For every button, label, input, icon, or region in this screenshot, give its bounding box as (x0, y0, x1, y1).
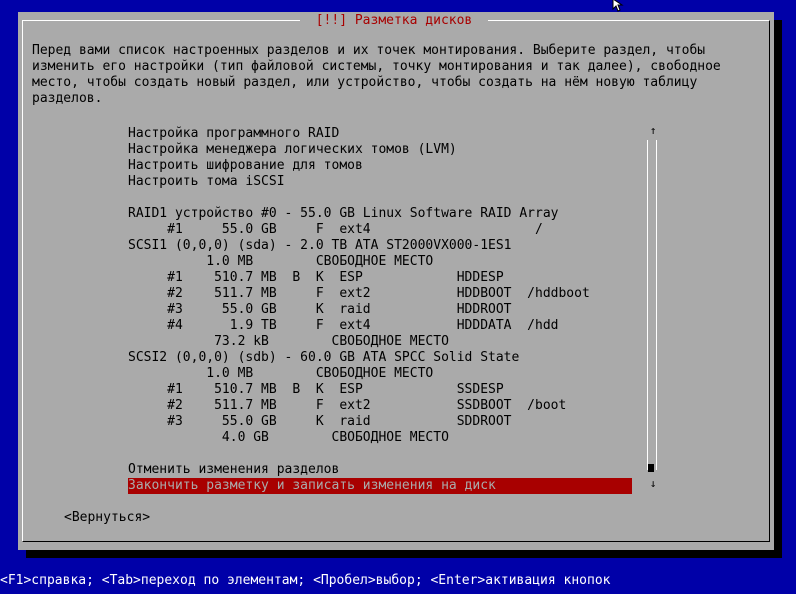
list-item[interactable]: Закончить разметку и записать изменения … (128, 478, 632, 494)
list-item[interactable]: Отменить изменения разделов (128, 462, 632, 478)
dialog-intro-text: Перед вами список настроенных разделов и… (32, 43, 721, 106)
list-item[interactable]: Настроить шифрование для томов (128, 158, 632, 174)
partition-list[interactable]: Настройка программного RAID Настройка мен… (128, 125, 648, 494)
dialog-shadow-bottom (26, 550, 782, 558)
status-bar: <F1>справка; <Tab>переход по элементам; … (0, 572, 796, 590)
list-item[interactable]: 1.0 MB СВОБОДНОЕ МЕСТО (128, 366, 632, 382)
scroll-up-icon[interactable]: ↑ (648, 125, 658, 136)
list-item[interactable]: #3 55.0 GB K raid HDDROOT (128, 302, 632, 318)
list-item[interactable]: #1 510.7 MB B K ESP SSDESP (128, 382, 632, 398)
list-item[interactable]: Настройка программного RAID (128, 126, 632, 142)
list-item[interactable]: RAID1 устройство #0 - 55.0 GB Linux Soft… (128, 206, 632, 222)
list-item[interactable]: Настройка менеджера логических томов (LV… (128, 142, 632, 158)
scroll-down-icon[interactable]: ↓ (648, 478, 658, 489)
list-item[interactable]: 4.0 GB СВОБОДНОЕ МЕСТО (128, 430, 632, 446)
list-item[interactable]: 73.2 kB СВОБОДНОЕ МЕСТО (128, 334, 632, 350)
list-item[interactable]: SCSI2 (0,0,0) (sdb) - 60.0 GB ATA SPCC S… (128, 350, 632, 366)
list-item[interactable]: #2 511.7 MB F ext2 SSDBOOT /boot (128, 398, 632, 414)
list-item[interactable]: 1.0 MB СВОБОДНОЕ МЕСТО (128, 254, 632, 270)
dialog-title: [!!] Разметка дисков (300, 12, 488, 29)
back-button[interactable]: <Вернуться> (64, 510, 150, 526)
list-item[interactable]: #4 1.9 TB F ext4 HDDDATA /hdd (128, 318, 632, 334)
list-item[interactable]: #1 510.7 MB B K ESP HDDESP (128, 270, 632, 286)
scrollbar-track[interactable] (647, 140, 657, 470)
list-item[interactable]: SCSI1 (0,0,0) (sda) - 2.0 TB ATA ST2000V… (128, 238, 632, 254)
list-item[interactable]: #2 511.7 MB F ext2 HDDBOOT /hddboot (128, 286, 632, 302)
list-item[interactable]: Настроить тома iSCSI (128, 174, 632, 190)
dialog-shadow-right (774, 20, 782, 558)
list-item[interactable]: #1 55.0 GB F ext4 / (128, 222, 632, 238)
list-item[interactable]: #3 55.0 GB K raid SDDROOT (128, 414, 632, 430)
scrollbar-thumb[interactable] (648, 464, 654, 472)
partition-dialog: [!!] Разметка дисков Перед вами список н… (18, 12, 774, 550)
